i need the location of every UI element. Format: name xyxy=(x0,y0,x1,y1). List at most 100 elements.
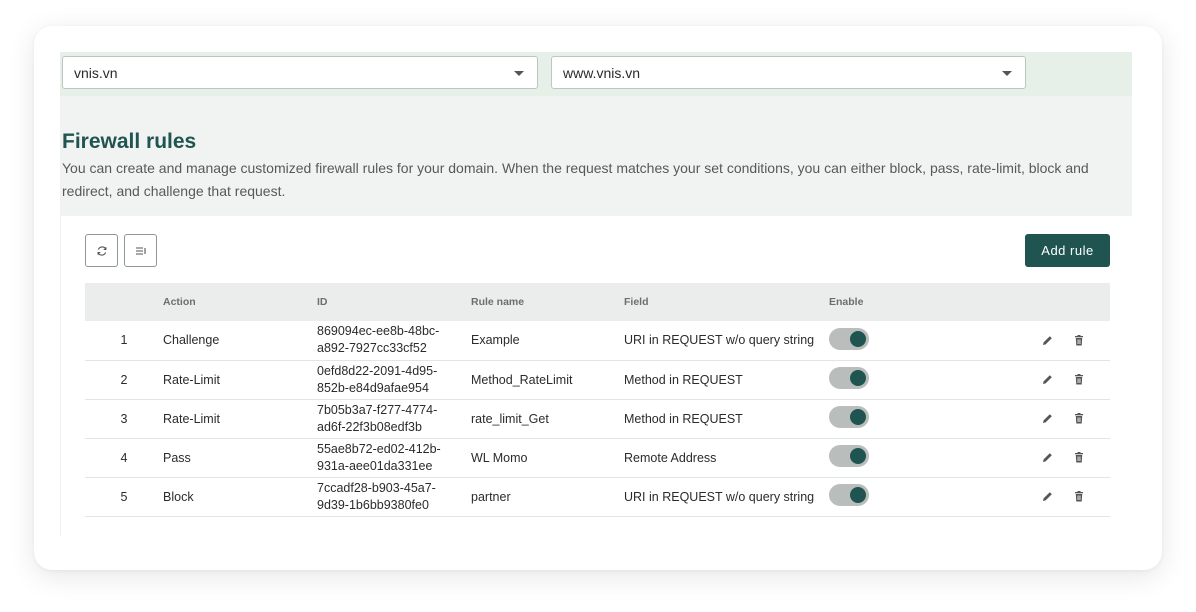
row-rule-name: Method_RateLimit xyxy=(471,372,573,387)
trash-icon xyxy=(1075,334,1083,346)
column-header-id: ID xyxy=(317,295,328,308)
row-enable xyxy=(829,438,949,477)
row-id-line1: 55ae8b72-ed02-412b- xyxy=(317,441,441,456)
row-rule-name: partner xyxy=(471,489,511,504)
row-id-line1: 869094ec-ee8b-48bc- xyxy=(317,324,440,339)
row-field: Remote Address xyxy=(624,450,717,465)
column-header-rule-name: Rule name xyxy=(471,296,525,308)
pencil-icon xyxy=(1042,375,1052,384)
edit-button[interactable] xyxy=(1040,373,1054,387)
column-header-enable: Enable xyxy=(829,296,864,308)
row-action: Challenge xyxy=(163,333,220,348)
trash-icon xyxy=(1075,374,1083,385)
pencil-icon xyxy=(1042,414,1052,423)
row-enable xyxy=(829,477,949,516)
domain-select-value: www.vnis.vn xyxy=(563,65,641,81)
edit-button[interactable] xyxy=(1040,451,1054,465)
account-select[interactable]: vnis.vn xyxy=(62,56,538,89)
row-action: Rate-Limit xyxy=(163,411,220,426)
row-id: 55ae8b72-ed02-412b- 931a-aee01da331ee xyxy=(317,438,471,477)
row-rule-name: Example xyxy=(471,333,520,348)
delete-button[interactable] xyxy=(1072,333,1086,347)
pencil-icon xyxy=(1042,492,1052,501)
page-description: You can create and manage customized fir… xyxy=(62,160,1089,199)
row-id: 7ccadf28-b903-45a7- 9d39-1b6bb9380fe0 xyxy=(317,477,471,516)
domain-selector-bar: vnis.vn www.vnis.vn xyxy=(60,52,1132,96)
row-field: Method in REQUEST xyxy=(624,411,743,426)
toggle-knob xyxy=(850,330,866,347)
row-id-line1: 0efd8d22-2091-4d95- xyxy=(317,363,438,378)
delete-button[interactable] xyxy=(1072,490,1086,504)
column-settings-icon xyxy=(135,246,146,255)
row-id: 869094ec-ee8b-48bc-a892-7927cc33cf52 xyxy=(317,321,471,360)
enable-toggle[interactable] xyxy=(829,367,869,389)
row-action: Rate-Limit xyxy=(163,372,220,387)
row-index: 2 xyxy=(120,372,128,387)
row-index: 3 xyxy=(120,411,128,426)
add-rule-button[interactable]: Add rule xyxy=(1025,234,1110,267)
row-index: 1 xyxy=(120,333,128,348)
row-id-line2: 852b-e84d9afae954 xyxy=(317,380,429,395)
enable-toggle[interactable] xyxy=(829,445,869,467)
enable-toggle[interactable] xyxy=(829,484,869,506)
row-enable xyxy=(829,360,949,399)
chevron-down-icon xyxy=(1002,71,1012,76)
column-header-index xyxy=(85,283,163,321)
row-id-line2: 931a-aee01da331ee xyxy=(317,458,433,473)
edit-button[interactable] xyxy=(1040,333,1054,347)
row-id-line1: 7b05b3a7-f277-4774- xyxy=(317,402,438,417)
refresh-icon xyxy=(97,245,106,256)
row-operations xyxy=(949,360,1110,399)
table-header-row: Action ID Rule name Field Enable xyxy=(85,283,1110,321)
table-row: 5 Block 7ccadf28-b903-45a7- 9d39-1b6bb938… xyxy=(85,477,1110,516)
trash-icon xyxy=(1075,452,1083,463)
row-id-line2: ad6f-22f3b08edf3b xyxy=(317,419,422,434)
row-operations xyxy=(949,438,1110,477)
column-header-field: Field xyxy=(624,296,649,308)
table-row: 3 Rate-Limit 7b05b3a7-f277-4774- ad6f-22f… xyxy=(85,399,1110,438)
edit-button[interactable] xyxy=(1040,412,1054,426)
chevron-down-icon xyxy=(514,71,524,76)
row-operations xyxy=(949,321,1110,360)
row-id: 0efd8d22-2091-4d95- 852b-e84d9afae954 xyxy=(317,360,471,399)
delete-button[interactable] xyxy=(1072,373,1086,387)
enable-toggle[interactable] xyxy=(829,327,869,350)
row-operations xyxy=(949,477,1110,516)
row-id-line2: a892-7927cc33cf52 xyxy=(317,341,427,356)
table-row: 1 Challenge 869094ec-ee8b-48bc-a892-7927… xyxy=(85,321,1110,360)
row-field: URI in REQUEST w/o query string xyxy=(624,333,815,348)
account-select-value: vnis.vn xyxy=(74,65,118,81)
pencil-icon xyxy=(1042,335,1052,345)
table-row: 4 Pass 55ae8b72-ed02-412b- 931a-aee01da33… xyxy=(85,438,1110,477)
delete-button[interactable] xyxy=(1072,451,1086,465)
toggle-knob xyxy=(850,448,866,464)
toggle-knob xyxy=(850,370,866,386)
column-header-action: Action xyxy=(163,296,196,308)
row-rule-name: rate_limit_Get xyxy=(471,411,549,426)
firewall-card: vnis.vn www.vnis.vn Firewall rules You c… xyxy=(34,26,1162,570)
edit-button[interactable] xyxy=(1040,490,1054,504)
column-header-actions xyxy=(949,283,1110,321)
toggle-knob xyxy=(850,409,866,425)
trash-icon xyxy=(1075,413,1083,424)
toggle-knob xyxy=(850,487,866,503)
row-id-line1: 7ccadf28-b903-45a7- xyxy=(317,480,436,495)
row-operations xyxy=(949,399,1110,438)
row-enable xyxy=(829,399,949,438)
row-field: Method in REQUEST xyxy=(624,372,743,387)
page-title: Firewall rules xyxy=(62,130,197,153)
refresh-button[interactable] xyxy=(85,234,118,267)
pencil-icon xyxy=(1042,453,1052,462)
domain-select[interactable]: www.vnis.vn xyxy=(551,56,1026,89)
column-settings-button[interactable] xyxy=(124,234,157,267)
row-rule-name: WL Momo xyxy=(471,450,528,465)
row-id: 7b05b3a7-f277-4774- ad6f-22f3b08edf3b xyxy=(317,399,471,438)
enable-toggle[interactable] xyxy=(829,406,869,428)
rules-table: Action ID Rule name Field Enable 1 Chall… xyxy=(85,283,1110,517)
row-index: 4 xyxy=(120,450,128,465)
row-action: Block xyxy=(163,489,194,504)
delete-button[interactable] xyxy=(1072,412,1086,426)
row-id-line2: 9d39-1b6bb9380fe0 xyxy=(317,497,429,512)
row-enable xyxy=(829,321,949,360)
row-action: Pass xyxy=(163,450,191,465)
